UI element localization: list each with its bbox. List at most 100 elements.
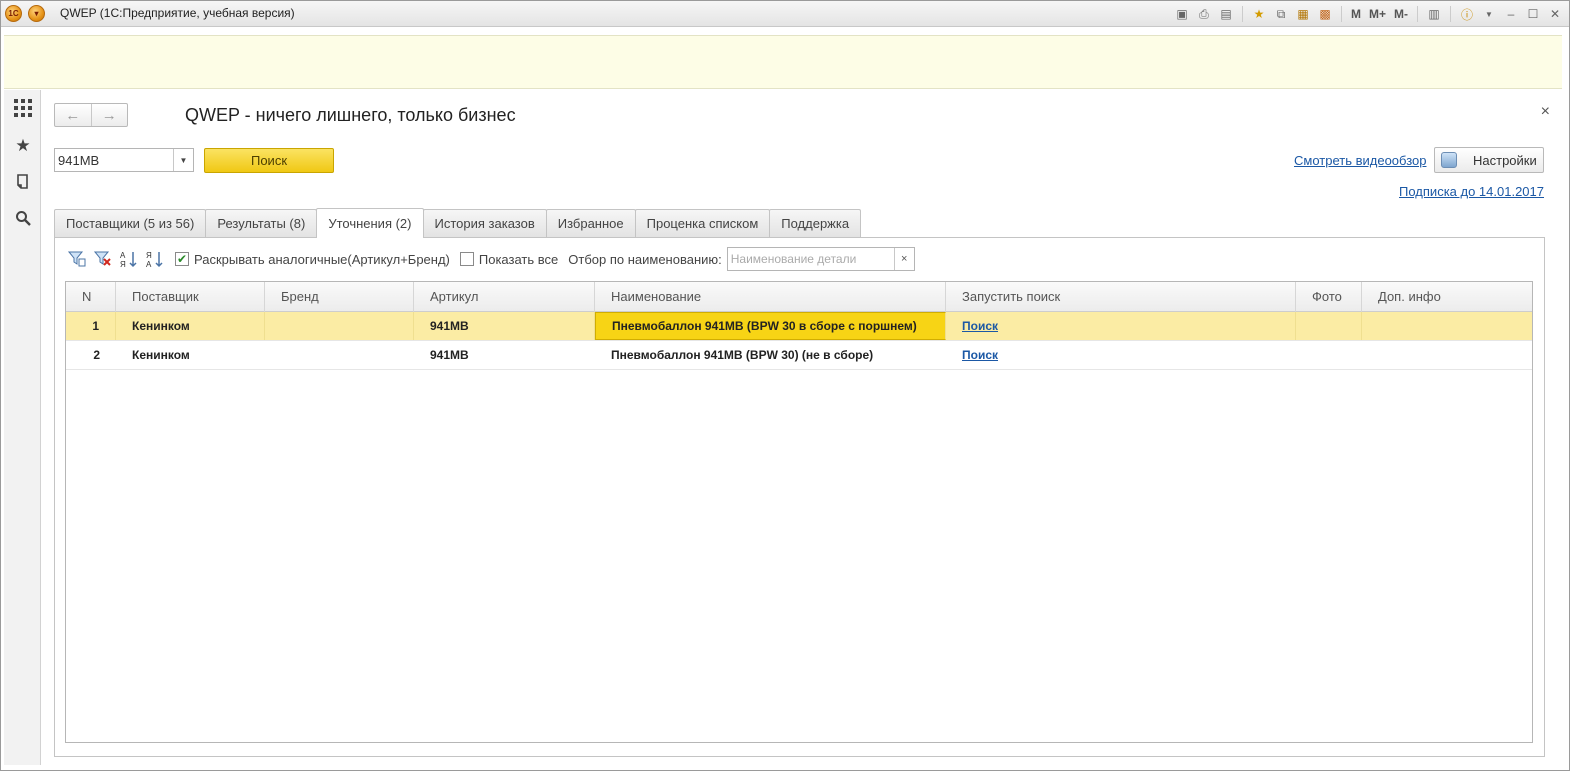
divider	[1241, 6, 1243, 22]
column-header-photo[interactable]: Фото	[1296, 282, 1362, 312]
row-brand	[265, 312, 414, 340]
sort-ascending-icon[interactable]: AЯ	[117, 249, 141, 269]
tab-support[interactable]: Поддержка	[769, 209, 862, 237]
main-form: ← → QWEP - ничего лишнего, только бизнес…	[42, 90, 1562, 765]
page-title: QWEP - ничего лишнего, только бизнес	[185, 105, 516, 125]
search-button[interactable]: Поиск	[204, 148, 334, 173]
settings-icon	[1441, 152, 1457, 168]
table-header: N Поставщик Бренд Артикул Наименование З…	[66, 282, 1532, 312]
main-menu-icon[interactable]: ▾	[28, 5, 45, 22]
row-supplier: Кенинком	[116, 312, 265, 340]
tab-bar: Поставщики (5 из 56) Результаты (8) Уточ…	[54, 208, 862, 238]
row-brand	[265, 341, 414, 369]
search-input-value[interactable]: 941MB	[55, 149, 173, 171]
calendar-icon[interactable]: ▩	[1316, 5, 1334, 23]
table-row[interactable]: 2 Кенинком 941MB Пневмобаллон 941MB (BPW…	[66, 341, 1532, 370]
memory-plus-button[interactable]: M+	[1367, 5, 1388, 23]
info-dropdown-icon[interactable]: ▼	[1480, 5, 1498, 23]
column-header-supplier[interactable]: Поставщик	[116, 282, 265, 312]
history-icon[interactable]	[10, 169, 36, 195]
name-filter-input[interactable]: Наименование детали ×	[726, 247, 915, 271]
window-close-icon[interactable]: ✕	[1546, 5, 1564, 23]
star-icon[interactable]: ★	[10, 133, 36, 159]
tab-results[interactable]: Результаты (8)	[205, 209, 318, 237]
svg-text:A: A	[146, 260, 152, 268]
left-sidebar: ★	[4, 90, 41, 765]
tab-list-pricing[interactable]: Проценка списком	[634, 209, 771, 237]
close-icon[interactable]: ×	[1541, 103, 1550, 121]
panels-icon[interactable]: ▥	[1425, 5, 1443, 23]
subscription-link[interactable]: Подписка до 14.01.2017	[1399, 184, 1544, 199]
run-search-link[interactable]: Поиск	[962, 319, 998, 333]
show-all-label: Показать все	[478, 251, 559, 267]
filter-clear-icon[interactable]	[91, 249, 115, 269]
settings-button[interactable]: Настройки	[1434, 147, 1544, 173]
preview-icon[interactable]: ▤	[1217, 5, 1235, 23]
refinements-table: N Поставщик Бренд Артикул Наименование З…	[65, 281, 1533, 743]
row-action-cell: Поиск	[946, 312, 1296, 340]
memory-minus-button[interactable]: M-	[1392, 5, 1410, 23]
minimize-icon[interactable]: –	[1502, 5, 1520, 23]
column-header-article[interactable]: Артикул	[414, 282, 595, 312]
row-supplier: Кенинком	[132, 348, 190, 362]
copy-link-icon[interactable]: ⧉	[1272, 5, 1290, 23]
row-name[interactable]: Пневмобаллон 941MB (BPW 30 в сборе с пор…	[595, 312, 946, 340]
sections-panel	[4, 35, 1562, 89]
svg-text:A: A	[120, 251, 126, 260]
title-bar-tools: ▣ ⎙ ▤ ★ ⧉ ▦ ▩ M M+ M- ▥ ⓘ ▼ – ☐ ✕	[1173, 4, 1564, 24]
tab-favorites[interactable]: Избранное	[545, 209, 636, 237]
column-header-n[interactable]: N	[66, 282, 116, 312]
search-icon[interactable]	[10, 205, 36, 231]
row-action-cell: Поиск	[946, 341, 1296, 369]
title-bar: 1С ▾ QWEP (1С:Предприятие, учебная верси…	[0, 0, 1570, 27]
name-filter-label: Отбор по наименованию:	[568, 251, 722, 267]
save-icon[interactable]: ▣	[1173, 5, 1191, 23]
app-logo-icon[interactable]: 1С	[5, 5, 22, 22]
row-number: 1	[66, 312, 116, 340]
row-extra-info	[1362, 312, 1532, 340]
divider	[1417, 6, 1418, 22]
info-icon[interactable]: ⓘ	[1458, 5, 1476, 23]
table-toolbar: AЯ ЯA ✔ Раскрывать аналогичные(Артикул+Б…	[65, 247, 915, 271]
video-review-link[interactable]: Смотреть видеообзор	[1294, 153, 1426, 168]
tab-order-history[interactable]: История заказов	[422, 209, 547, 237]
maximize-icon[interactable]: ☐	[1524, 5, 1542, 23]
svg-text:Я: Я	[120, 260, 126, 268]
tab-suppliers[interactable]: Поставщики (5 из 56)	[54, 209, 207, 237]
filter-set-icon[interactable]	[65, 249, 89, 269]
expand-analogs-checkbox[interactable]: ✔	[175, 252, 189, 266]
apps-grid-icon[interactable]	[10, 95, 36, 121]
svg-text:Я: Я	[146, 251, 152, 260]
show-all-checkbox[interactable]	[459, 252, 474, 266]
window-title: QWEP (1С:Предприятие, учебная версия)	[60, 6, 295, 20]
search-input[interactable]: 941MB ▼	[54, 148, 194, 172]
column-header-extra-info[interactable]: Доп. инфо	[1362, 282, 1532, 312]
name-filter-placeholder[interactable]: Наименование детали	[728, 248, 894, 270]
clear-filter-icon[interactable]: ×	[893, 248, 914, 270]
forward-arrow-icon[interactable]: →	[90, 104, 128, 126]
memory-m-button[interactable]: M	[1349, 5, 1363, 23]
row-article: 941MB	[414, 312, 595, 340]
navigation-buttons: ← →	[54, 103, 128, 127]
print-icon[interactable]: ⎙	[1195, 5, 1213, 23]
tab-refinements[interactable]: Уточнения (2)	[316, 208, 424, 238]
divider	[1340, 6, 1342, 22]
calculator-icon[interactable]: ▦	[1294, 5, 1312, 23]
column-header-brand[interactable]: Бренд	[265, 282, 414, 312]
refinements-panel: AЯ ЯA ✔ Раскрывать аналогичные(Артикул+Б…	[54, 237, 1545, 757]
row-article: 941MB	[430, 348, 469, 362]
table-row[interactable]: 1 Кенинком 941MB Пневмобаллон 941MB (BPW…	[66, 312, 1532, 341]
row-name: Пневмобаллон 941MB (BPW 30) (не в сборе)	[611, 348, 874, 362]
chevron-down-icon[interactable]: ▼	[173, 149, 193, 171]
expand-analogs-label: Раскрывать аналогичные(Артикул+Бренд)	[194, 251, 450, 267]
settings-label: Настройки	[1473, 152, 1537, 168]
row-photo	[1296, 341, 1362, 369]
column-header-name[interactable]: Наименование	[595, 282, 946, 312]
row-photo	[1296, 312, 1362, 340]
sort-descending-icon[interactable]: ЯA	[143, 249, 167, 269]
row-extra-info	[1362, 341, 1532, 369]
run-search-link[interactable]: Поиск	[962, 348, 998, 362]
favorites-add-icon[interactable]: ★	[1250, 5, 1268, 23]
back-arrow-icon[interactable]: ←	[55, 104, 91, 126]
column-header-run-search[interactable]: Запустить поиск	[946, 282, 1296, 312]
